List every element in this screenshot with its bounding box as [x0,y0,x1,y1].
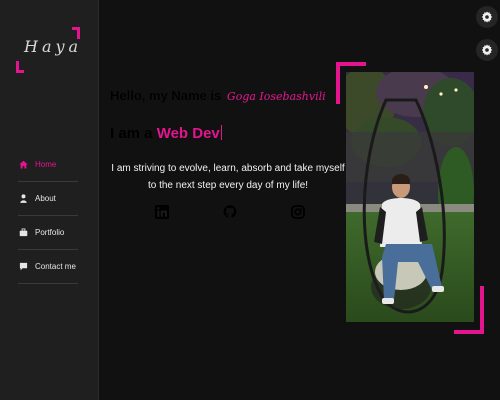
nav-item-about[interactable]: About [18,182,78,216]
nav-item-label: Contact me [35,262,76,271]
home-icon [18,160,28,170]
profile-photo [346,72,474,322]
sidebar: Haya Home About Portfolio Contact me [0,0,99,400]
logo-corner-bottom-left [16,61,24,73]
owner-name: Goga Iosebashvili [226,90,326,103]
nav-menu: Home About Portfolio Contact me [18,148,78,284]
nav-item-portfolio[interactable]: Portfolio [18,216,78,250]
main-content: Hello, my Name is Goga Iosebashvili I am… [100,0,500,400]
settings-button[interactable] [476,6,498,28]
instagram-icon[interactable] [291,203,305,221]
logo[interactable]: Haya [16,27,80,73]
role-text: Web Dev [156,125,220,142]
linkedin-icon[interactable] [155,203,169,221]
tagline: I am striving to evolve, learn, absorb a… [111,163,345,191]
chat-icon [18,262,28,272]
theme-settings-button[interactable] [476,39,498,61]
nav-item-label: About [35,194,56,203]
typing-cursor [220,125,222,140]
gear-icon [481,44,493,56]
role-heading: I am a Web Dev [110,125,222,142]
social-links [155,203,305,221]
github-icon[interactable] [223,203,237,221]
greeting-heading: Hello, my Name is Goga Iosebashvili [110,88,326,103]
corner-buttons [476,6,498,61]
gear-icon [481,11,493,23]
nav-item-home[interactable]: Home [18,148,78,182]
greeting-text: Hello, my Name is [110,88,222,103]
nav-item-label: Portfolio [35,228,65,237]
profile-photo-frame [336,62,484,334]
person-icon [18,194,28,204]
nav-item-contact[interactable]: Contact me [18,250,78,284]
logo-text: Haya [24,37,83,56]
nav-item-label: Home [35,160,57,169]
role-prefix: I am a [110,125,153,142]
briefcase-icon [18,228,28,238]
